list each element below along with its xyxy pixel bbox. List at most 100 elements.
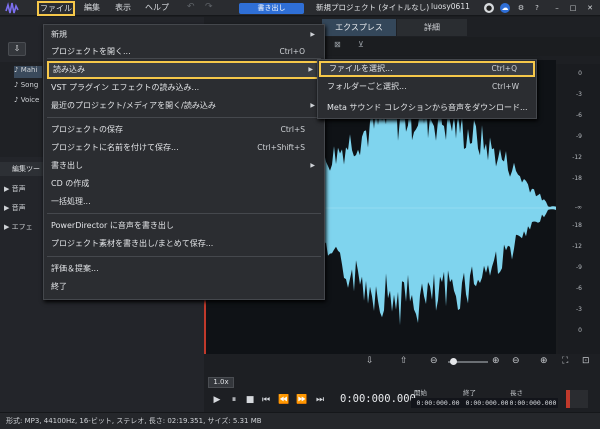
menu-item-label: PowerDirector に音声を書き出し bbox=[51, 221, 174, 230]
playback-speed[interactable]: 1.0x bbox=[208, 377, 234, 388]
menu-item-import[interactable]: 読み込み ▶ bbox=[47, 61, 321, 79]
menu-separator bbox=[47, 58, 321, 59]
redo-icon[interactable]: ↷ bbox=[205, 2, 213, 12]
db-label: -12 bbox=[572, 154, 582, 161]
menu-edit[interactable]: 編集 bbox=[82, 0, 102, 15]
menu-item-batch[interactable]: 一括処理... bbox=[47, 193, 321, 211]
db-label: -3 bbox=[576, 91, 582, 98]
undo-icon[interactable]: ↶ bbox=[187, 2, 195, 12]
zoom-in-icon[interactable]: ⊕ bbox=[492, 356, 500, 366]
menu-item-powerdirector[interactable]: PowerDirector に音声を書き出し bbox=[47, 217, 321, 235]
play-icon[interactable]: ▶ bbox=[211, 394, 223, 406]
submenu-item-shortcut: Ctrl+Q bbox=[491, 64, 517, 73]
list-item[interactable]: ♪ Mahi bbox=[14, 66, 42, 78]
account-icon[interactable]: ● bbox=[484, 3, 494, 13]
menu-item-recent[interactable]: 最近のプロジェクト/メディアを開く/読み込み ▶ bbox=[47, 97, 321, 115]
edit-tool-group[interactable]: ▶ 音声 bbox=[4, 184, 26, 194]
edit-tool-group[interactable]: ▶ エフェ bbox=[4, 222, 33, 232]
cloud-icon[interactable]: ☁ bbox=[500, 3, 510, 13]
menu-separator bbox=[47, 117, 321, 118]
db-label: 0 bbox=[578, 327, 582, 334]
menu-item-export[interactable]: 書き出し ▶ bbox=[47, 157, 321, 175]
gear-icon[interactable]: ⚙ bbox=[516, 3, 526, 13]
db-label: -9 bbox=[576, 133, 582, 140]
insert-icon[interactable]: ⊻ bbox=[358, 40, 364, 49]
menu-file[interactable]: ファイル bbox=[37, 1, 75, 16]
rewind-icon[interactable]: ⏪ bbox=[278, 394, 290, 406]
submenu-item-meta-download[interactable]: Meta サウンド コレクションから音声をダウンロード... bbox=[319, 100, 535, 116]
tab-detail[interactable]: 詳細 bbox=[397, 19, 467, 36]
next-icon[interactable]: ⏭ bbox=[314, 394, 326, 406]
menu-separator bbox=[47, 256, 321, 257]
submenu-item-select-file[interactable]: ファイルを選択... Ctrl+Q bbox=[319, 61, 535, 77]
edit-tool-group[interactable]: ▶ 音声 bbox=[4, 203, 26, 213]
submenu-item-label: Meta サウンド コレクションから音声をダウンロード... bbox=[327, 103, 528, 112]
length-label: 長さ bbox=[510, 389, 523, 397]
stop-icon[interactable]: ■ bbox=[244, 394, 256, 406]
menu-item-vst-import[interactable]: VST プラグイン エフェクトの読み込み... bbox=[47, 79, 321, 97]
list-item[interactable]: ♪ Voice bbox=[14, 96, 39, 108]
crop-icon[interactable]: ⊠ bbox=[334, 40, 341, 49]
fit-icon[interactable]: ⛶ bbox=[562, 356, 568, 366]
db-label: -6 bbox=[576, 112, 582, 119]
media-name: Mahi bbox=[20, 66, 38, 74]
tab-express[interactable]: エクスプレス bbox=[322, 19, 396, 36]
menu-item-label: 評価＆提案... bbox=[51, 264, 99, 273]
minimize-icon[interactable]: – bbox=[552, 3, 562, 13]
menu-view[interactable]: 表示 bbox=[113, 0, 133, 15]
app-logo-icon bbox=[5, 2, 19, 14]
menu-separator bbox=[47, 213, 321, 214]
menu-item-label: プロジェクトの保存 bbox=[51, 125, 123, 134]
media-name: Song bbox=[20, 81, 39, 89]
menu-item-create-cd[interactable]: CD の作成 bbox=[47, 175, 321, 193]
pause-icon[interactable]: ⏸ bbox=[228, 394, 240, 406]
menu-item-label: VST プラグイン エフェクトの読み込み... bbox=[51, 83, 200, 92]
edit-tool-label: エフェ bbox=[11, 223, 33, 231]
zoom-vertical-in-icon[interactable]: ⊕ bbox=[540, 356, 548, 366]
db-label: 0 bbox=[578, 70, 582, 77]
zoom-vertical-icon[interactable]: ⊖ bbox=[512, 356, 520, 366]
menu-item-label: プロジェクトを開く... bbox=[51, 47, 131, 56]
menu-item-label: 最近のプロジェクト/メディアを開く/読み込み bbox=[51, 101, 216, 110]
submenu-item-select-folder[interactable]: フォルダーごと選択... Ctrl+W bbox=[319, 79, 535, 95]
submenu-arrow-icon: ▶ bbox=[310, 162, 315, 169]
menu-item-label: プロジェクト素材を書き出し/まとめて保存... bbox=[51, 239, 214, 248]
menu-item-exit[interactable]: 終了 bbox=[47, 278, 321, 296]
maximize-icon[interactable]: □ bbox=[568, 3, 578, 13]
export-icon[interactable]: ⇧ bbox=[400, 356, 408, 366]
db-label: -6 bbox=[576, 285, 582, 292]
menu-help[interactable]: ヘルプ bbox=[144, 0, 170, 15]
edit-tool-label: 音声 bbox=[11, 204, 26, 212]
zoom-slider-handle[interactable] bbox=[450, 358, 457, 365]
import-media-button[interactable]: ⇩ bbox=[8, 42, 26, 56]
list-item[interactable]: ♪ Song bbox=[14, 81, 38, 93]
current-timecode: 0:00:000.000 bbox=[340, 393, 416, 405]
menu-item-new[interactable]: 新規 ▶ bbox=[47, 26, 321, 44]
submenu-item-label: フォルダーごと選択... bbox=[327, 82, 407, 91]
menu-item-label: プロジェクトに名前を付けて保存... bbox=[51, 143, 179, 152]
submenu-item-shortcut: Ctrl+W bbox=[491, 82, 519, 91]
end-label: 終了 bbox=[463, 389, 476, 397]
edit-tool-label: 音声 bbox=[11, 185, 26, 193]
db-label: -12 bbox=[572, 243, 582, 250]
menu-item-save[interactable]: プロジェクトの保存 Ctrl+S bbox=[47, 121, 321, 139]
submenu-arrow-icon: ▶ bbox=[310, 102, 315, 109]
db-label: -9 bbox=[576, 264, 582, 271]
menu-item-feedback[interactable]: 評価＆提案... bbox=[47, 260, 321, 278]
fast-forward-icon[interactable]: ⏩ bbox=[296, 394, 308, 406]
zoom-out-icon[interactable]: ⊖ bbox=[430, 356, 438, 366]
menu-item-save-as[interactable]: プロジェクトに名前を付けて保存... Ctrl+Shift+S bbox=[47, 139, 321, 157]
snapshot-icon[interactable]: ⊡ bbox=[582, 356, 590, 366]
menu-item-label: 新規 bbox=[51, 30, 67, 39]
help-icon[interactable]: ? bbox=[532, 3, 542, 13]
previous-icon[interactable]: ⏮ bbox=[260, 394, 272, 406]
export-button[interactable]: 書き出し bbox=[239, 3, 304, 14]
import-icon[interactable]: ⇩ bbox=[366, 356, 374, 366]
status-bar: 形式: MP3, 44100Hz, 16-ビット, ステレオ, 長さ: 02:1… bbox=[0, 412, 600, 429]
db-label: -∞ bbox=[574, 204, 582, 211]
length-time[interactable]: 0:00:000.000 bbox=[508, 398, 558, 408]
username[interactable]: luosy0611 bbox=[431, 2, 470, 11]
media-name: Voice bbox=[20, 96, 40, 104]
close-icon[interactable]: ✕ bbox=[585, 3, 595, 13]
menu-item-pack-project[interactable]: プロジェクト素材を書き出し/まとめて保存... bbox=[47, 235, 321, 253]
